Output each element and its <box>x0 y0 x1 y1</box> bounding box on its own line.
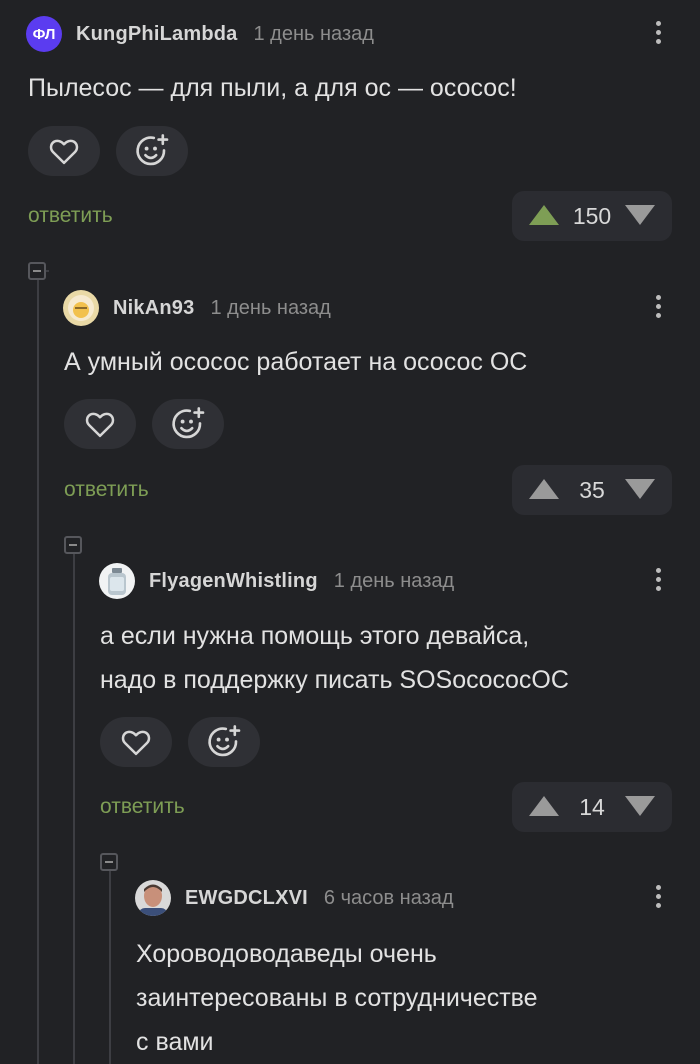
heart-icon <box>49 139 79 165</box>
comment-header: EWGDCLXVI 6 часов назад <box>135 878 454 918</box>
downvote-icon[interactable] <box>624 204 656 226</box>
comment-text: Пылесос — для пыли, а для ос — ососос! <box>28 74 517 102</box>
more-options-icon[interactable] <box>654 882 662 914</box>
reply-button[interactable]: ответить <box>28 204 113 228</box>
author-name[interactable]: EWGDCLXVI <box>185 887 308 910</box>
avatar[interactable] <box>63 290 99 326</box>
comment-time: 1 день назад <box>333 569 455 592</box>
comment-text-line: с вами <box>136 1028 214 1056</box>
vote-box: 150 <box>512 191 672 241</box>
comment-text: а если нужна помощь этого девайса, надо … <box>100 614 569 702</box>
emoji-add-icon <box>208 725 241 757</box>
thread-line-level2 <box>73 545 75 1064</box>
add-reaction-button[interactable] <box>152 399 224 449</box>
avatar[interactable] <box>135 880 171 916</box>
avatar-initials: ФЛ <box>32 25 56 43</box>
heart-icon <box>121 730 151 756</box>
comment-time: 6 часов назад <box>323 886 454 909</box>
comment-text-line: заинтересованы в сотрудничестве <box>136 984 538 1012</box>
comment-text-line: надо в поддержку писать SOSocococOC <box>100 666 569 694</box>
vote-box: 14 <box>512 782 672 832</box>
comment-text: Хороводоводаведы очень заинтересованы в … <box>136 932 538 1064</box>
avatar-image <box>63 290 99 326</box>
heart-icon <box>85 412 115 438</box>
downvote-icon[interactable] <box>624 478 656 500</box>
downvote-icon[interactable] <box>624 795 656 817</box>
comment-header: FlyagenWhistling 1 день назад <box>99 561 454 601</box>
add-reaction-button[interactable] <box>116 126 188 176</box>
like-button[interactable] <box>100 717 172 767</box>
comment-text: А умный ососос работает на ососос ОС <box>64 348 528 376</box>
avatar[interactable]: ФЛ <box>26 16 62 52</box>
more-options-icon[interactable] <box>654 292 662 324</box>
thread-line-level1 <box>37 270 39 1064</box>
avatar[interactable] <box>99 563 135 599</box>
avatar-image <box>99 563 135 599</box>
collapse-thread-button[interactable] <box>28 262 46 280</box>
collapse-thread-button[interactable] <box>64 536 82 554</box>
reply-button[interactable]: ответить <box>64 478 149 502</box>
more-options-icon[interactable] <box>654 18 662 50</box>
author-name[interactable]: NikAn93 <box>113 297 194 320</box>
add-reaction-button[interactable] <box>188 717 260 767</box>
more-options-icon[interactable] <box>654 565 662 597</box>
like-button[interactable] <box>28 126 100 176</box>
comment-time: 1 день назад <box>210 296 331 319</box>
comment-time: 1 день назад <box>253 22 374 45</box>
collapse-thread-button[interactable] <box>100 853 118 871</box>
author-name[interactable]: KungPhiLambda <box>76 23 238 46</box>
emoji-add-icon <box>136 134 169 166</box>
comment-text-line: Хороводоводаведы очень <box>136 940 437 968</box>
thread-line-level3 <box>109 862 111 1064</box>
avatar-image <box>135 880 171 916</box>
vote-box: 35 <box>512 465 672 515</box>
author-name[interactable]: FlyagenWhistling <box>149 570 318 593</box>
comment-header: ФЛ KungPhiLambda 1 день назад <box>26 14 374 54</box>
like-button[interactable] <box>64 399 136 449</box>
comment-text-line: а если нужна помощь этого девайса, <box>100 622 530 650</box>
reply-button[interactable]: ответить <box>100 795 185 819</box>
comment-header: NikAn93 1 день назад <box>63 288 331 328</box>
emoji-add-icon <box>172 407 205 439</box>
